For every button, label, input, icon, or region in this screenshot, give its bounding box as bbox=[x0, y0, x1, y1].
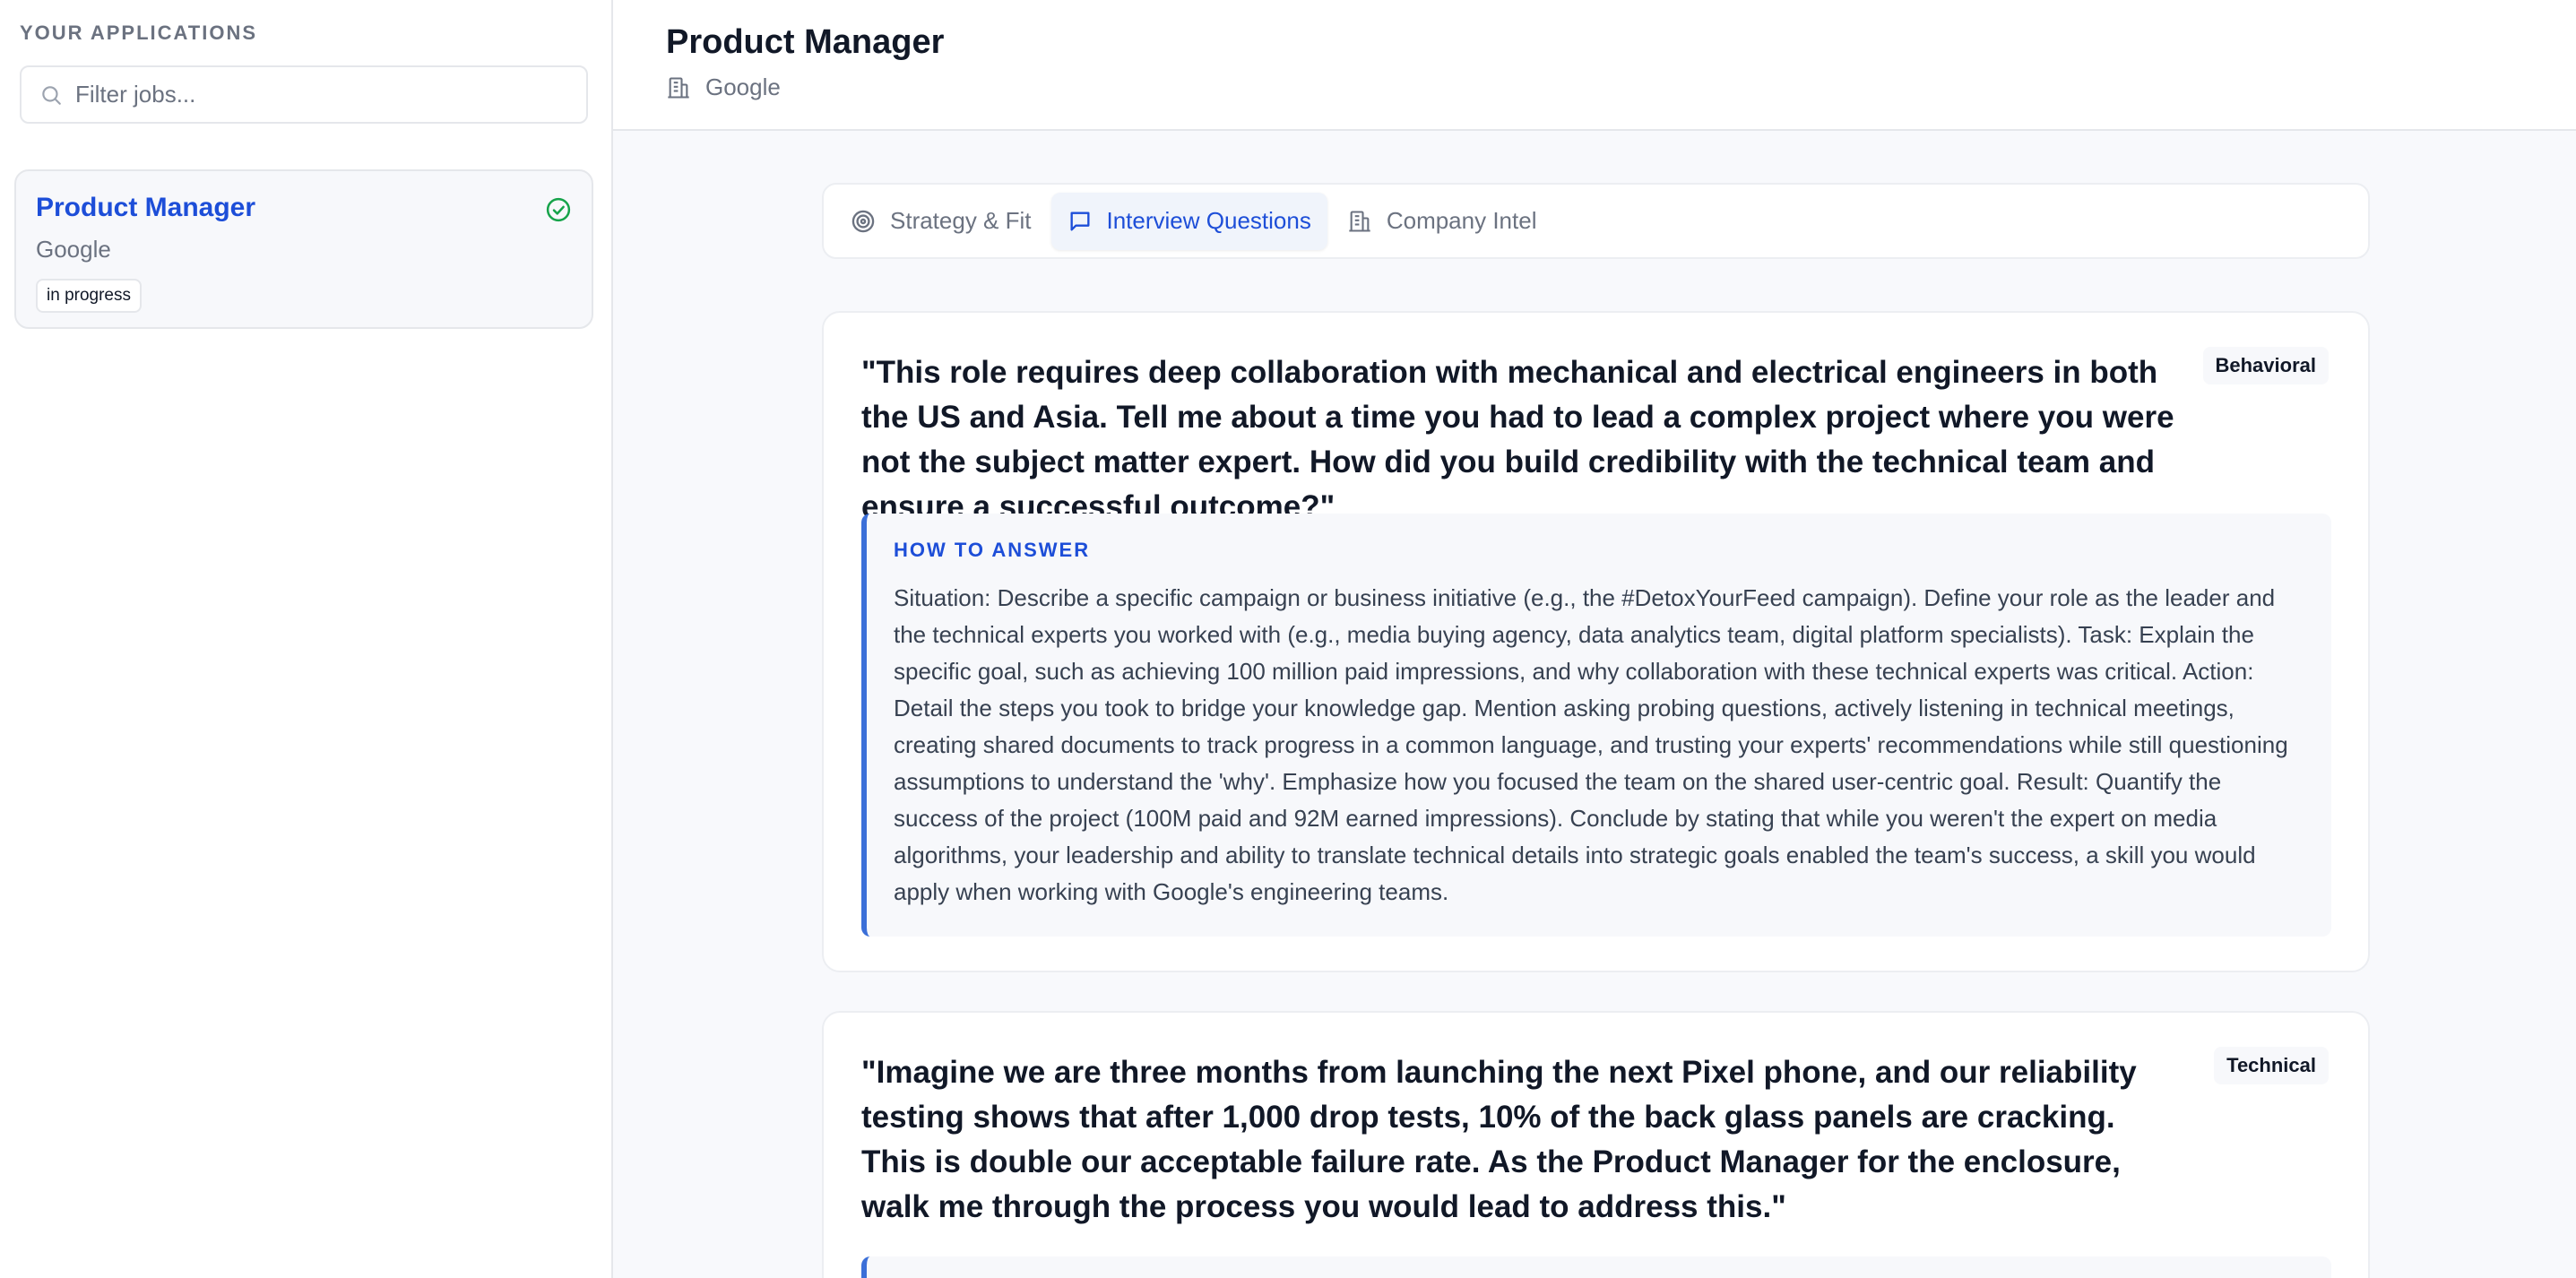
search-box[interactable] bbox=[20, 65, 588, 124]
question-category-badge: Technical bbox=[2214, 1047, 2329, 1084]
job-card[interactable]: Product Manager Google in progress bbox=[14, 169, 593, 329]
tab-label: Company Intel bbox=[1386, 207, 1537, 234]
building-icon bbox=[666, 75, 691, 100]
status-badge: in progress bbox=[36, 279, 142, 313]
tab-strategy-fit[interactable]: Strategy & Fit bbox=[834, 193, 1048, 250]
tab-label: Strategy & Fit bbox=[890, 207, 1032, 234]
answer-text: Situation: Describe a specific campaign … bbox=[894, 584, 2288, 905]
filter-jobs-input[interactable] bbox=[75, 81, 559, 108]
search-icon bbox=[39, 83, 63, 107]
header-company: Google bbox=[666, 73, 781, 101]
sidebar: YOUR APPLICATIONS Product Manager Google… bbox=[0, 0, 613, 1278]
tab-interview-questions[interactable]: Interview Questions bbox=[1050, 192, 1327, 250]
sidebar-heading: YOUR APPLICATIONS bbox=[20, 22, 258, 44]
message-square-icon bbox=[1068, 209, 1093, 234]
job-title: Product Manager bbox=[36, 193, 256, 222]
job-company: Google bbox=[36, 236, 111, 263]
target-icon bbox=[851, 209, 876, 234]
question-card: "Imagine we are three months from launch… bbox=[822, 1011, 2370, 1278]
tab-company-intel[interactable]: Company Intel bbox=[1331, 193, 1553, 250]
check-circle-icon bbox=[545, 196, 572, 223]
question-text: "Imagine we are three months from launch… bbox=[861, 1055, 2137, 1224]
answer-guide: HOW TO ANSWER Situation: Describe a spec… bbox=[861, 514, 2331, 937]
building-icon bbox=[1347, 209, 1372, 234]
page-header: Product Manager Google bbox=[613, 0, 2576, 131]
answer-guide bbox=[861, 1256, 2331, 1278]
question-card: "This role requires deep collaboration w… bbox=[822, 311, 2370, 972]
header-company-name: Google bbox=[705, 73, 781, 100]
tab-bar: Strategy & Fit Interview Questions Compa… bbox=[822, 183, 2370, 259]
page-title: Product Manager bbox=[666, 23, 945, 61]
answer-label: HOW TO ANSWER bbox=[894, 539, 1091, 561]
tab-label: Interview Questions bbox=[1106, 207, 1311, 234]
question-category-badge: Behavioral bbox=[2202, 347, 2329, 384]
question-text: "This role requires deep collaboration w… bbox=[861, 355, 2174, 524]
